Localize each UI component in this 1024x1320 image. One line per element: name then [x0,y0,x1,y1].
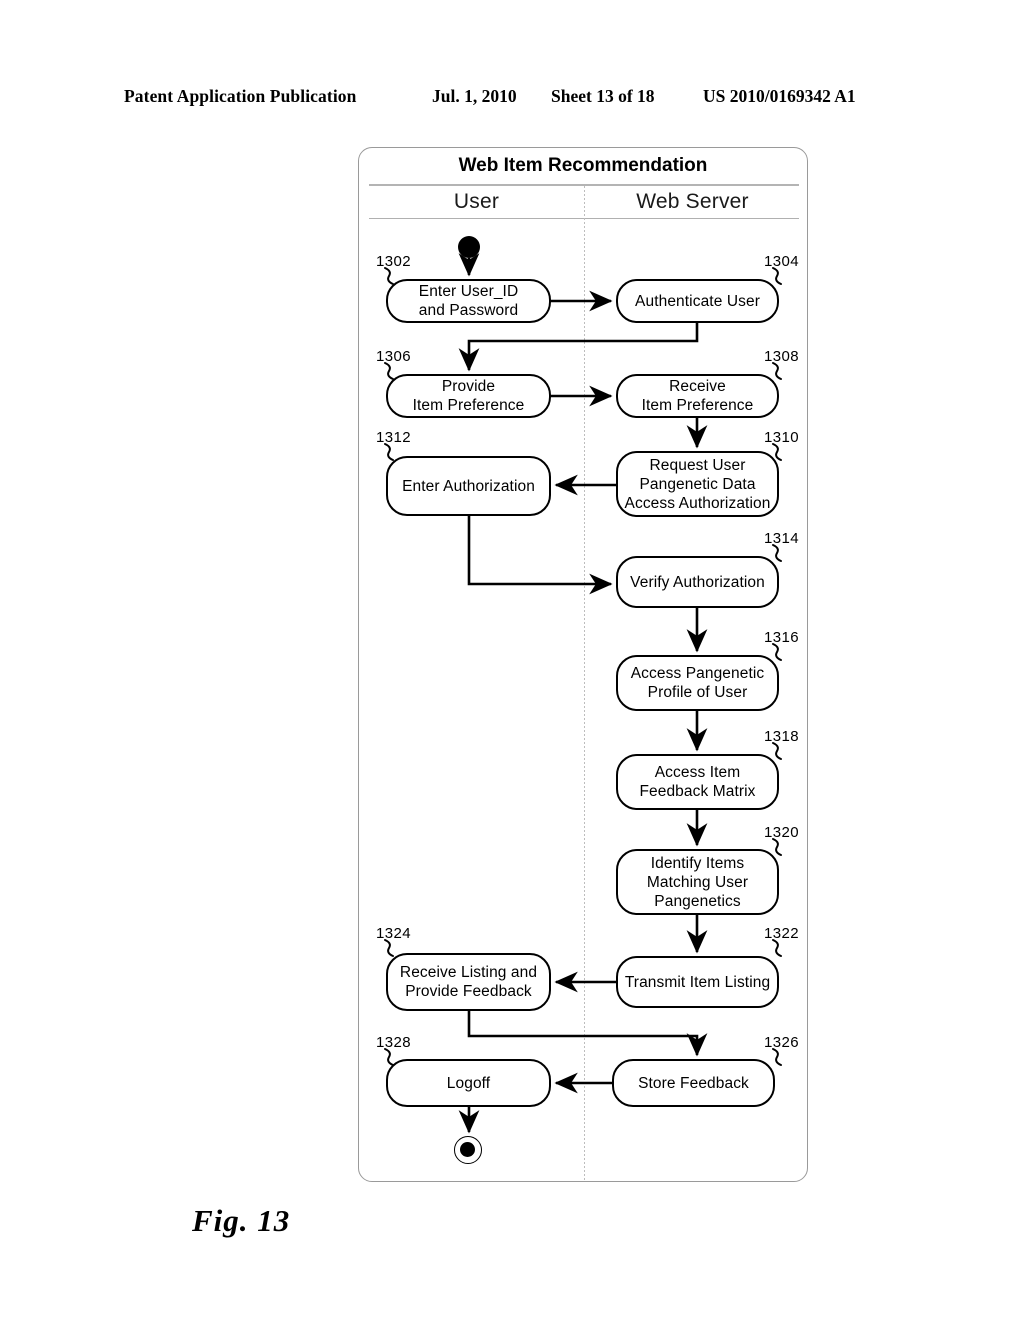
leader-squiggle-1320 [772,838,782,856]
ref-label-1306: 1306 [376,348,411,365]
activity-node-1314[interactable]: Verify Authorization [616,556,779,608]
activity-node-1316[interactable]: Access Pangenetic Profile of User [616,655,779,711]
header-sheet-label: Sheet 13 of 18 [551,86,655,106]
leader-squiggle-1308 [772,362,782,380]
lane-vertical-divider [584,186,585,1181]
diagram-title: Web Item Recommendation [458,155,708,176]
ref-label-1312: 1312 [376,429,411,446]
leader-squiggle-1310 [772,443,782,461]
activity-node-1322[interactable]: Transmit Item Listing [616,956,779,1008]
activity-node-1304[interactable]: Authenticate User [616,279,779,323]
leader-squiggle-1324 [384,939,394,957]
header-patent-number: US 2010/0169342 A1 [703,86,856,106]
leader-squiggle-1304 [772,267,782,285]
activity-node-1312[interactable]: Enter Authorization [386,456,551,516]
ref-label-1322: 1322 [764,925,799,942]
ref-label-1308: 1308 [764,348,799,365]
leader-squiggle-1312 [384,443,394,461]
leader-squiggle-1314 [772,544,782,562]
ref-label-1326: 1326 [764,1034,799,1051]
ref-label-1316: 1316 [764,629,799,646]
connector-1312-to-1314 [467,516,613,595]
ref-label-1328: 1328 [376,1034,411,1051]
lane-header-server: Web Server [636,190,749,213]
activity-node-1302[interactable]: Enter User_ID and Password [386,279,551,323]
leader-squiggle-1328 [384,1048,394,1066]
ref-label-1304: 1304 [764,253,799,270]
lane-header-user: User [453,190,500,213]
end-node-marker [454,1136,482,1164]
activity-node-1318[interactable]: Access Item Feedback Matrix [616,754,779,810]
activity-node-1326[interactable]: Store Feedback [612,1059,775,1107]
ref-label-1320: 1320 [764,824,799,841]
activity-node-1324[interactable]: Receive Listing and Provide Feedback [386,953,551,1011]
start-node-marker [458,236,480,258]
ref-label-1324: 1324 [376,925,411,942]
header-date-label: Jul. 1, 2010 [432,86,517,106]
leader-squiggle-1326 [772,1048,782,1066]
activity-node-1310[interactable]: Request User Pangenetic Data Access Author… [616,451,779,517]
activity-node-1308[interactable]: Receive Item Preference [616,374,779,418]
header-publication-label: Patent Application Publication [124,86,357,106]
patent-page-header: Patent Application Publication Jul. 1, 2… [0,86,1024,112]
leader-squiggle-1316 [772,643,782,661]
ref-label-1310: 1310 [764,429,799,446]
activity-node-1328[interactable]: Logoff [386,1059,551,1107]
leader-squiggle-1306 [384,362,394,380]
connector-1304-to-1306 [458,323,699,372]
ref-label-1314: 1314 [764,530,799,547]
leader-squiggle-1322 [772,939,782,957]
leader-squiggle-1318 [772,742,782,760]
swimlane-diagram: Web Item Recommendation User Web Server … [358,147,808,1182]
activity-node-1320[interactable]: Identify Items Matching User Pangenetics [616,849,779,915]
ref-label-1318: 1318 [764,728,799,745]
connector-1324-to-1326 [467,1011,708,1057]
leader-squiggle-1302 [384,267,394,285]
ref-label-1302: 1302 [376,253,411,270]
figure-caption: Fig. 13 [192,1203,291,1238]
activity-node-1306[interactable]: Provide Item Preference [386,374,551,418]
